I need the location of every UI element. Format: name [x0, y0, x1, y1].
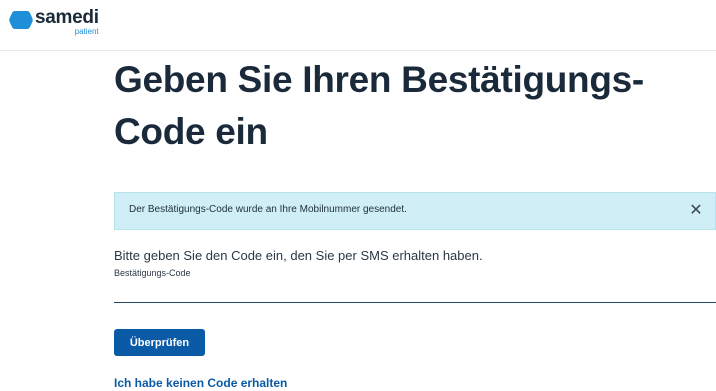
sms-instruction: Bitte geben Sie den Code ein, den Sie pe…	[114, 248, 483, 263]
no-code-received-link[interactable]: Ich habe keinen Code erhalten	[114, 376, 287, 390]
app-header: samedi patient	[0, 0, 716, 51]
logo-subtitle: patient	[74, 27, 99, 36]
samedi-logo-icon	[9, 11, 33, 29]
close-icon[interactable]: ✕	[685, 199, 707, 221]
alert-message: Der Bestätigungs-Code wurde an Ihre Mobi…	[129, 204, 407, 215]
verification-code-input[interactable]	[114, 278, 716, 303]
page-title: Geben Sie Ihren Bestätigungs-Code ein	[114, 59, 644, 152]
verify-button[interactable]: Überprüfen	[114, 329, 205, 356]
logo-wordmark: samedi	[35, 7, 99, 28]
code-field-label: Bestätigungs-Code	[114, 268, 191, 278]
info-alert: Der Bestätigungs-Code wurde an Ihre Mobi…	[114, 192, 716, 230]
samedi-logo[interactable]: samedi patient	[9, 7, 99, 36]
main-content: Geben Sie Ihren Bestätigungs-Code ein De…	[114, 52, 716, 390]
